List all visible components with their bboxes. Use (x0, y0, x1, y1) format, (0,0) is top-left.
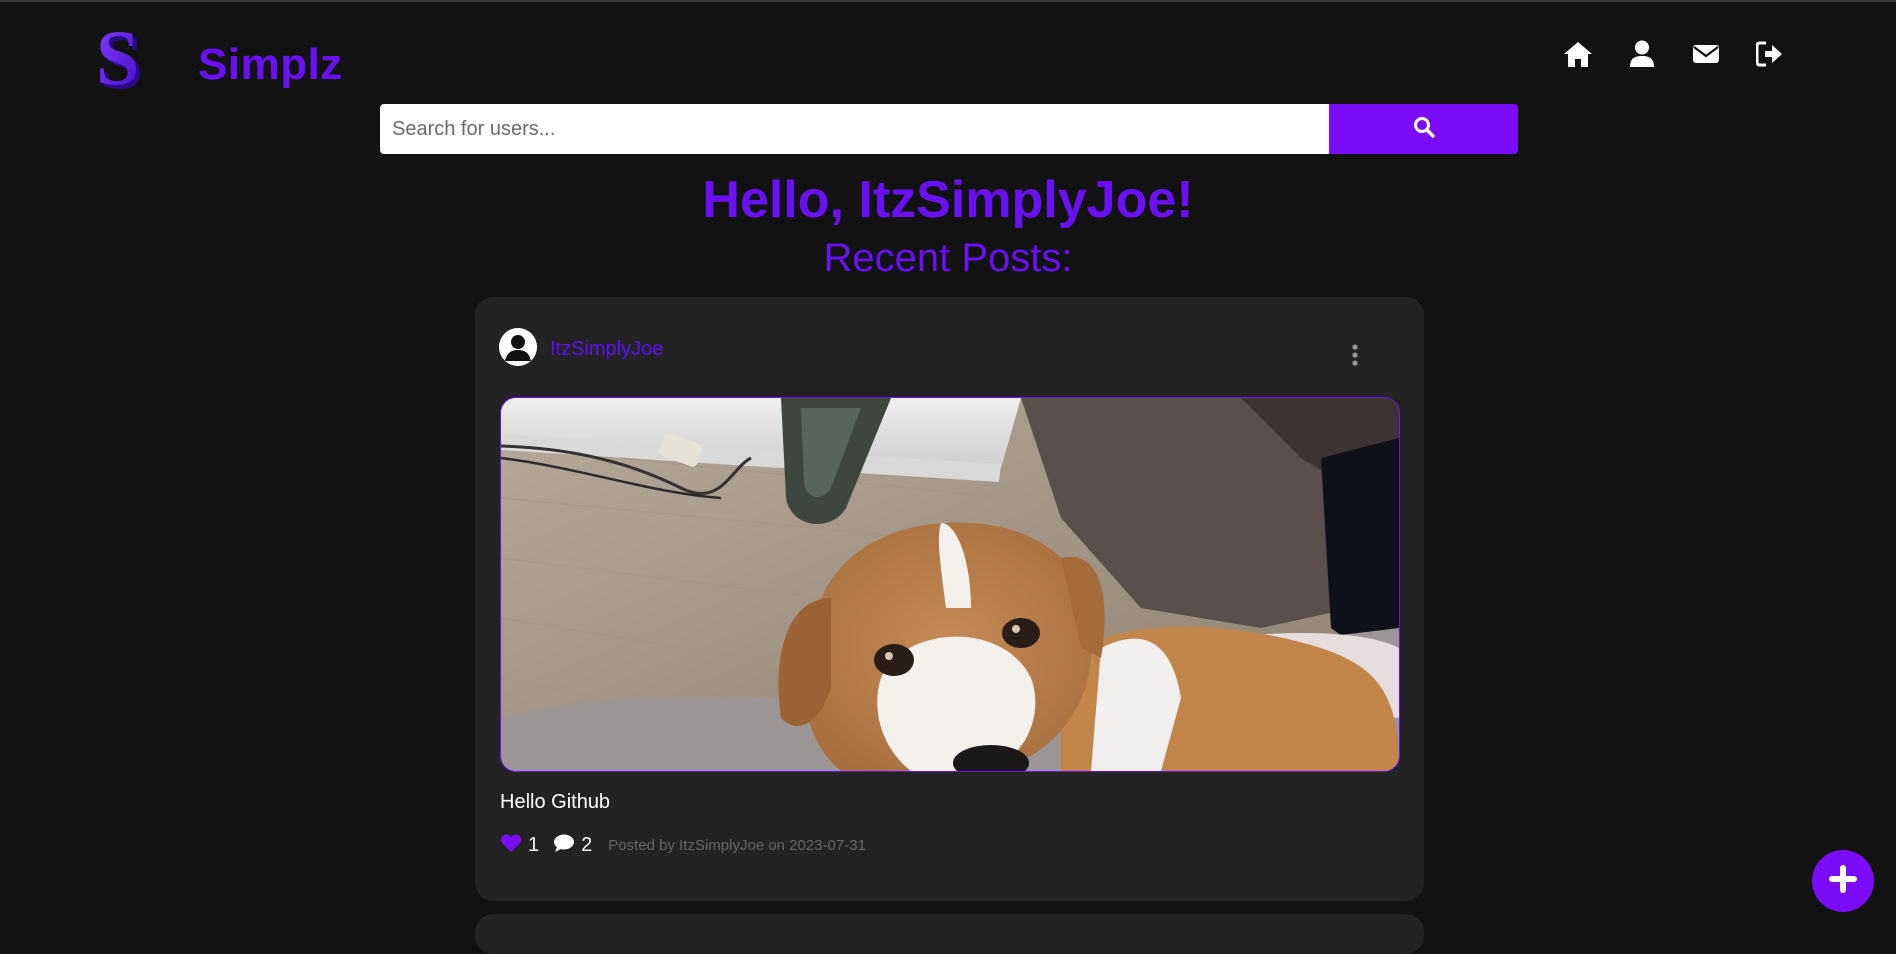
avatar[interactable] (499, 328, 537, 366)
top-nav (1562, 38, 1786, 70)
plus-icon (1828, 864, 1858, 899)
sign-out-icon[interactable] (1754, 38, 1786, 70)
home-icon[interactable] (1562, 38, 1594, 70)
heart-icon[interactable] (500, 833, 522, 858)
recent-posts-heading: Recent Posts: (823, 236, 1073, 280)
more-options-icon[interactable] (1343, 341, 1367, 369)
add-post-button[interactable] (1812, 850, 1874, 912)
user-search (380, 104, 1518, 154)
post-author-link[interactable]: ItzSimplyJoe (550, 338, 663, 361)
greeting-heading: Hello, ItzSimplyJoe! (702, 171, 1194, 229)
comment-icon[interactable] (553, 833, 575, 858)
comment-count: 2 (581, 833, 593, 856)
post-card: ItzSimplyJoe Hello Github 1 2 Posted by … (475, 297, 1424, 901)
search-input[interactable] (380, 104, 1329, 154)
like-count: 1 (528, 833, 540, 856)
post-title: Hello Github (500, 791, 611, 813)
svg-text:S: S (96, 26, 139, 98)
search-icon (1413, 116, 1435, 143)
logo[interactable]: S S (96, 14, 148, 105)
envelope-icon[interactable] (1690, 38, 1722, 70)
post-meta: 1 2 Posted by ItzSimplyJoe on 2023-07-31 (500, 831, 866, 859)
post-card (475, 914, 1424, 954)
post-byline: Posted by ItzSimplyJoe on 2023-07-31 (608, 836, 866, 854)
brand-name: Simplz (198, 40, 343, 89)
post-image[interactable] (500, 397, 1400, 772)
search-button[interactable] (1329, 104, 1518, 154)
user-icon[interactable] (1626, 38, 1658, 70)
